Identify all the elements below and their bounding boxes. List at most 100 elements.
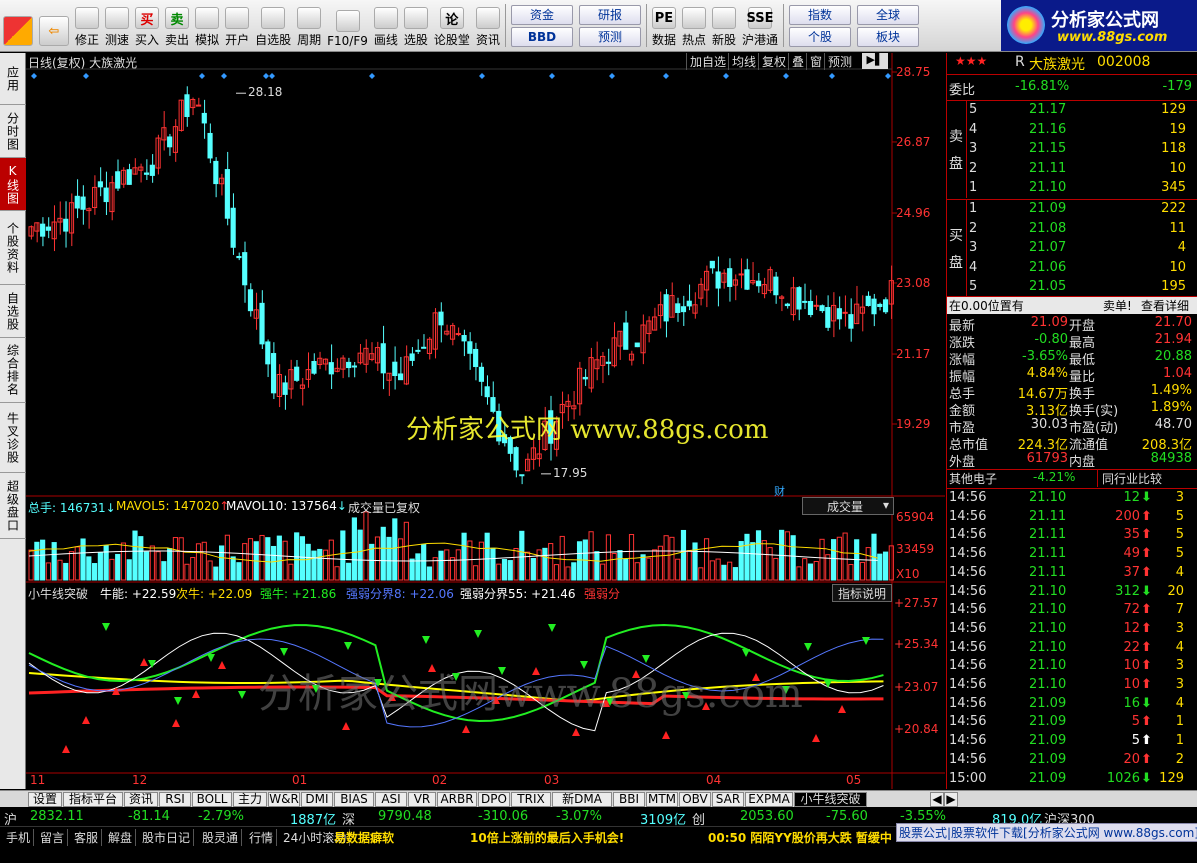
leftnav-item-0[interactable]: 应用 [0, 53, 26, 105]
toolbar-button-13[interactable]: 论论股堂 [431, 0, 473, 51]
scroll-left-icon[interactable]: ◀ [930, 792, 944, 807]
chart-header-button-4[interactable]: 窗 [806, 53, 825, 70]
indicator-tab-11[interactable]: ARBR [437, 792, 477, 807]
volume-bar [126, 559, 132, 581]
bottom-link-2[interactable]: 客服 [74, 829, 103, 846]
site-logo[interactable]: 分析家公式网 www.88gs.com [1001, 0, 1197, 51]
indicator-tab-8[interactable]: BIAS [334, 792, 374, 807]
signal-diamond [783, 73, 789, 79]
indicator-tab-5[interactable]: 主力 [233, 792, 267, 807]
research-button[interactable]: 研报 [578, 4, 641, 25]
sell-level-row[interactable]: 2 21.11 10 [947, 160, 1197, 179]
bottom-link-4[interactable]: 股市日记 [142, 829, 195, 846]
indicator-tab-18[interactable]: SAR [712, 792, 744, 807]
chart-header-button-0[interactable]: 加自选 [686, 53, 729, 70]
chart-header-button-3[interactable]: 叠 [788, 53, 807, 70]
toolbar-button-8[interactable]: 自选股 [252, 0, 294, 51]
buy-level-row[interactable]: 5 21.05 195 [947, 278, 1197, 297]
toolbar-button-12[interactable]: 选股 [401, 0, 431, 51]
indicator-tab-20[interactable]: 小牛线突破 [794, 792, 867, 807]
indicator-tab-2[interactable]: 资讯 [124, 792, 158, 807]
toolbar-button-0[interactable] [0, 0, 36, 51]
bottom-link-3[interactable]: 解盘 [108, 829, 137, 846]
leftnav-item-4[interactable]: 自选股 [0, 285, 26, 338]
peer-compare-link[interactable]: 同行业比较 [1097, 470, 1162, 487]
volume-select[interactable]: 成交量 ▾ [802, 497, 894, 515]
bottom-link-0[interactable]: 手机 [6, 829, 35, 846]
indicator-tab-7[interactable]: DMI [301, 792, 333, 807]
indicator-tab-1[interactable]: 指标平台 [63, 792, 123, 807]
leftnav-item-5[interactable]: 综合排名 [0, 338, 26, 403]
indicator-tab-14[interactable]: 新DMA [552, 792, 612, 807]
toolbar-button-7[interactable]: 开户 [222, 0, 252, 51]
sector-button[interactable]: 板块 [857, 26, 920, 47]
toolbar-button-21[interactable]: 热点 [679, 0, 709, 51]
forecast-button[interactable]: 预测 [578, 26, 641, 47]
news-ticker-2[interactable]: 10倍上涨前的最后入手机会! [470, 829, 624, 846]
indicator-tab-4[interactable]: BOLL [192, 792, 232, 807]
fire-icon [681, 7, 706, 29]
toolbar-button-11[interactable]: 画线 [371, 0, 401, 51]
toolbar-button-6[interactable]: 模拟 [192, 0, 222, 51]
bottom-link-1[interactable]: 留言 [40, 829, 69, 846]
leftnav-item-2[interactable]: K线图 [0, 158, 26, 211]
kline-chart-panel[interactable]: 日线(复权) 大族激光 加自选 均线 复权叠窗预测 ▶▌ 分析家公式网 www.88g… [26, 53, 945, 789]
indicator-tab-13[interactable]: TRIX [511, 792, 551, 807]
sell-level-row[interactable]: 4 21.16 19 [947, 121, 1197, 140]
indicator-tab-19[interactable]: EXPMA [745, 792, 793, 807]
toolbar-button-4[interactable]: 买买入 [132, 0, 162, 51]
chart-header-button-5[interactable]: 预测 [824, 53, 855, 70]
pin-icon[interactable]: ▶▌ [862, 53, 888, 69]
leftnav-item-6[interactable]: 牛叉诊股 [0, 403, 26, 473]
stat-value: 61793 [1026, 451, 1068, 466]
sell-level-row[interactable]: 1 21.10 345 [947, 179, 1197, 198]
buy-level-row[interactable]: 1 21.09 222 [947, 200, 1197, 219]
toolbar-button-10[interactable]: F10/F9 [324, 0, 371, 51]
indicator-tab-10[interactable]: VR [408, 792, 436, 807]
toolbar-button-2[interactable]: 修正 [72, 0, 102, 51]
news-ticker-3[interactable]: 00:50 陌陌YY股价再大跌 暂缓中 [708, 829, 892, 846]
chart-header-button-2[interactable]: 复权 [758, 53, 789, 70]
sector-name[interactable]: 其他电子 [949, 470, 997, 487]
indicator-tab-9[interactable]: ASI [375, 792, 407, 807]
buy-level-row[interactable]: 3 21.07 4 [947, 239, 1197, 258]
toolbar-button-3[interactable]: 测速 [102, 0, 132, 51]
bbd-button[interactable]: BBD [510, 26, 573, 47]
index-button[interactable]: 指数 [789, 4, 852, 25]
toolbar-button-22[interactable]: 新股 [709, 0, 739, 51]
indicator-tab-6[interactable]: W&R [268, 792, 300, 807]
leftnav-item-3[interactable]: 个股资料 [0, 211, 26, 285]
toolbar-button-14[interactable]: 资讯 [473, 0, 503, 51]
indicator-tab-16[interactable]: MTM [646, 792, 678, 807]
indicator-tab-0[interactable]: 设置 [28, 792, 62, 807]
funds-button[interactable]: 资金 [510, 4, 573, 25]
sell-level-row[interactable]: 5 21.17 129 [947, 101, 1197, 120]
scroll-right-icon[interactable]: ▶ [944, 792, 958, 807]
indicator-help-button[interactable]: 指标说明 [832, 584, 892, 602]
indicator-tab-12[interactable]: DPO [478, 792, 510, 807]
volume-bar [178, 537, 184, 581]
buy-level-row[interactable]: 4 21.06 10 [947, 259, 1197, 278]
bottom-link-5[interactable]: 股灵通 [202, 829, 243, 846]
toolbar-button-20[interactable]: PE 数据 [649, 0, 679, 51]
detail-link[interactable]: 查看详细 [1141, 297, 1189, 314]
chart-header-button-1[interactable]: 均线 [728, 53, 759, 70]
indicator-tab-3[interactable]: RSI [159, 792, 191, 807]
toolbar-button-1[interactable]: ⇦ [36, 0, 72, 51]
toolbar-button-23[interactable]: SSE 沪港通 [739, 0, 781, 51]
buy-level-row[interactable]: 2 21.08 11 [947, 220, 1197, 239]
toolbar-button-5[interactable]: 卖卖出 [162, 0, 192, 51]
ad-banner[interactable]: 股票公式|股票软件下载[分析家公式网 www.88gs.com] [896, 823, 1197, 842]
news-ticker-1[interactable]: 易数据癖软 [334, 829, 394, 846]
sell-level-row[interactable]: 3 21.15 118 [947, 140, 1197, 159]
stock-button[interactable]: 个股 [789, 26, 852, 47]
finance-mark[interactable]: 财 [774, 483, 785, 499]
leftnav-item-1[interactable]: 分时图 [0, 105, 26, 158]
bottom-link-6[interactable]: 行情 [249, 829, 278, 846]
global-button[interactable]: 全球 [857, 4, 920, 25]
toolbar-button-9[interactable]: 周期 [294, 0, 324, 51]
volume-bar [195, 543, 202, 581]
indicator-tab-15[interactable]: BBI [613, 792, 645, 807]
indicator-tab-17[interactable]: OBV [679, 792, 711, 807]
leftnav-item-7[interactable]: 超级盘口 [0, 473, 26, 539]
